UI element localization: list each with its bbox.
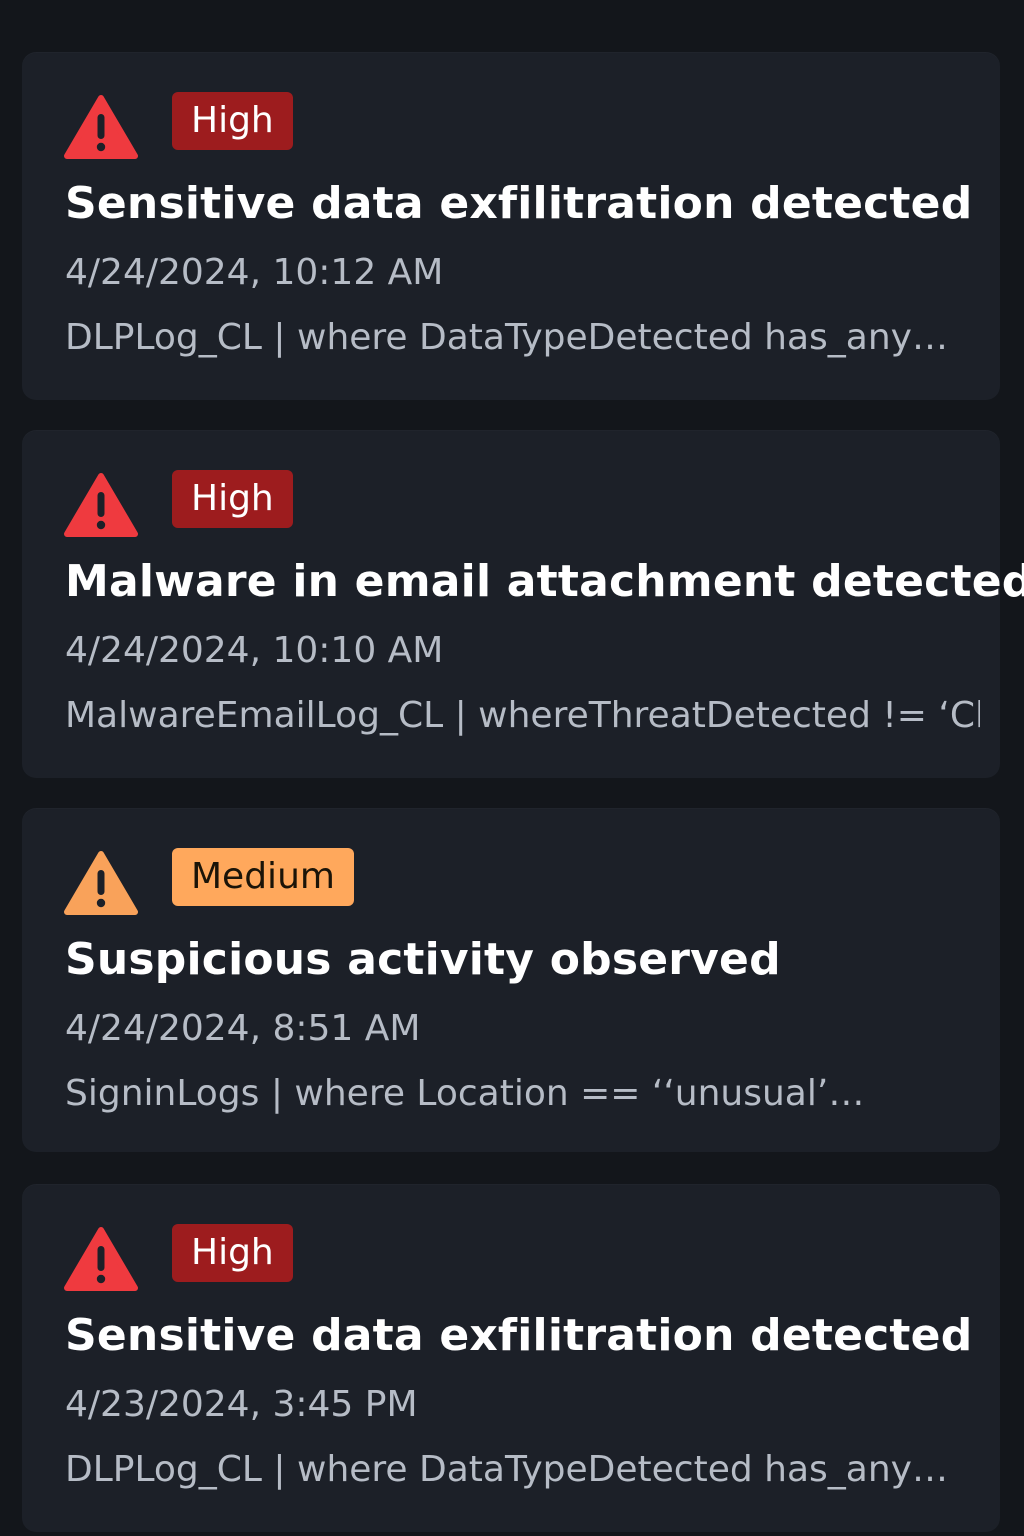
alert-timestamp: 4/24/2024, 10:12 AM bbox=[65, 252, 444, 293]
alert-title: Suspicious activity observed bbox=[65, 934, 781, 985]
alert-card[interactable]: High Malware in email attachment detecte… bbox=[22, 430, 1024, 778]
severity-badge: Medium bbox=[172, 848, 354, 906]
severity-badge: High bbox=[172, 92, 293, 150]
alert-title: Sensitive data exfilitration detected bbox=[65, 1310, 973, 1361]
alert-query: SigninLogs | where Location == ‘‘unusual… bbox=[65, 1073, 865, 1114]
warning-triangle-icon bbox=[64, 94, 138, 160]
alert-query: DLPLog_CL | where DataTypeDetected has_a… bbox=[65, 1449, 948, 1490]
severity-badge: High bbox=[172, 470, 293, 528]
severity-badge: High bbox=[172, 1224, 293, 1282]
alert-query: DLPLog_CL | where DataTypeDetected has_a… bbox=[65, 317, 948, 358]
alert-card[interactable]: High Sensitive data exfilitration detect… bbox=[22, 1184, 1000, 1532]
alert-timestamp: 4/23/2024, 3:45 PM bbox=[65, 1384, 418, 1425]
alert-card[interactable]: Medium Suspicious activity observed 4/24… bbox=[22, 808, 1000, 1152]
warning-triangle-icon bbox=[64, 472, 138, 538]
alert-title: Sensitive data exfilitration detected bbox=[65, 178, 973, 229]
alert-card[interactable]: High Sensitive data exfilitration detect… bbox=[22, 52, 1000, 400]
alert-query: MalwareEmailLog_CL | whereThreatDetected… bbox=[65, 695, 980, 736]
alert-timestamp: 4/24/2024, 8:51 AM bbox=[65, 1008, 421, 1049]
alert-list: High Sensitive data exfilitration detect… bbox=[22, 52, 1024, 1532]
alert-title: Malware in email attachment detected bbox=[65, 556, 1024, 607]
alert-timestamp: 4/24/2024, 10:10 AM bbox=[65, 630, 444, 671]
warning-triangle-icon bbox=[64, 850, 138, 916]
warning-triangle-icon bbox=[64, 1226, 138, 1292]
